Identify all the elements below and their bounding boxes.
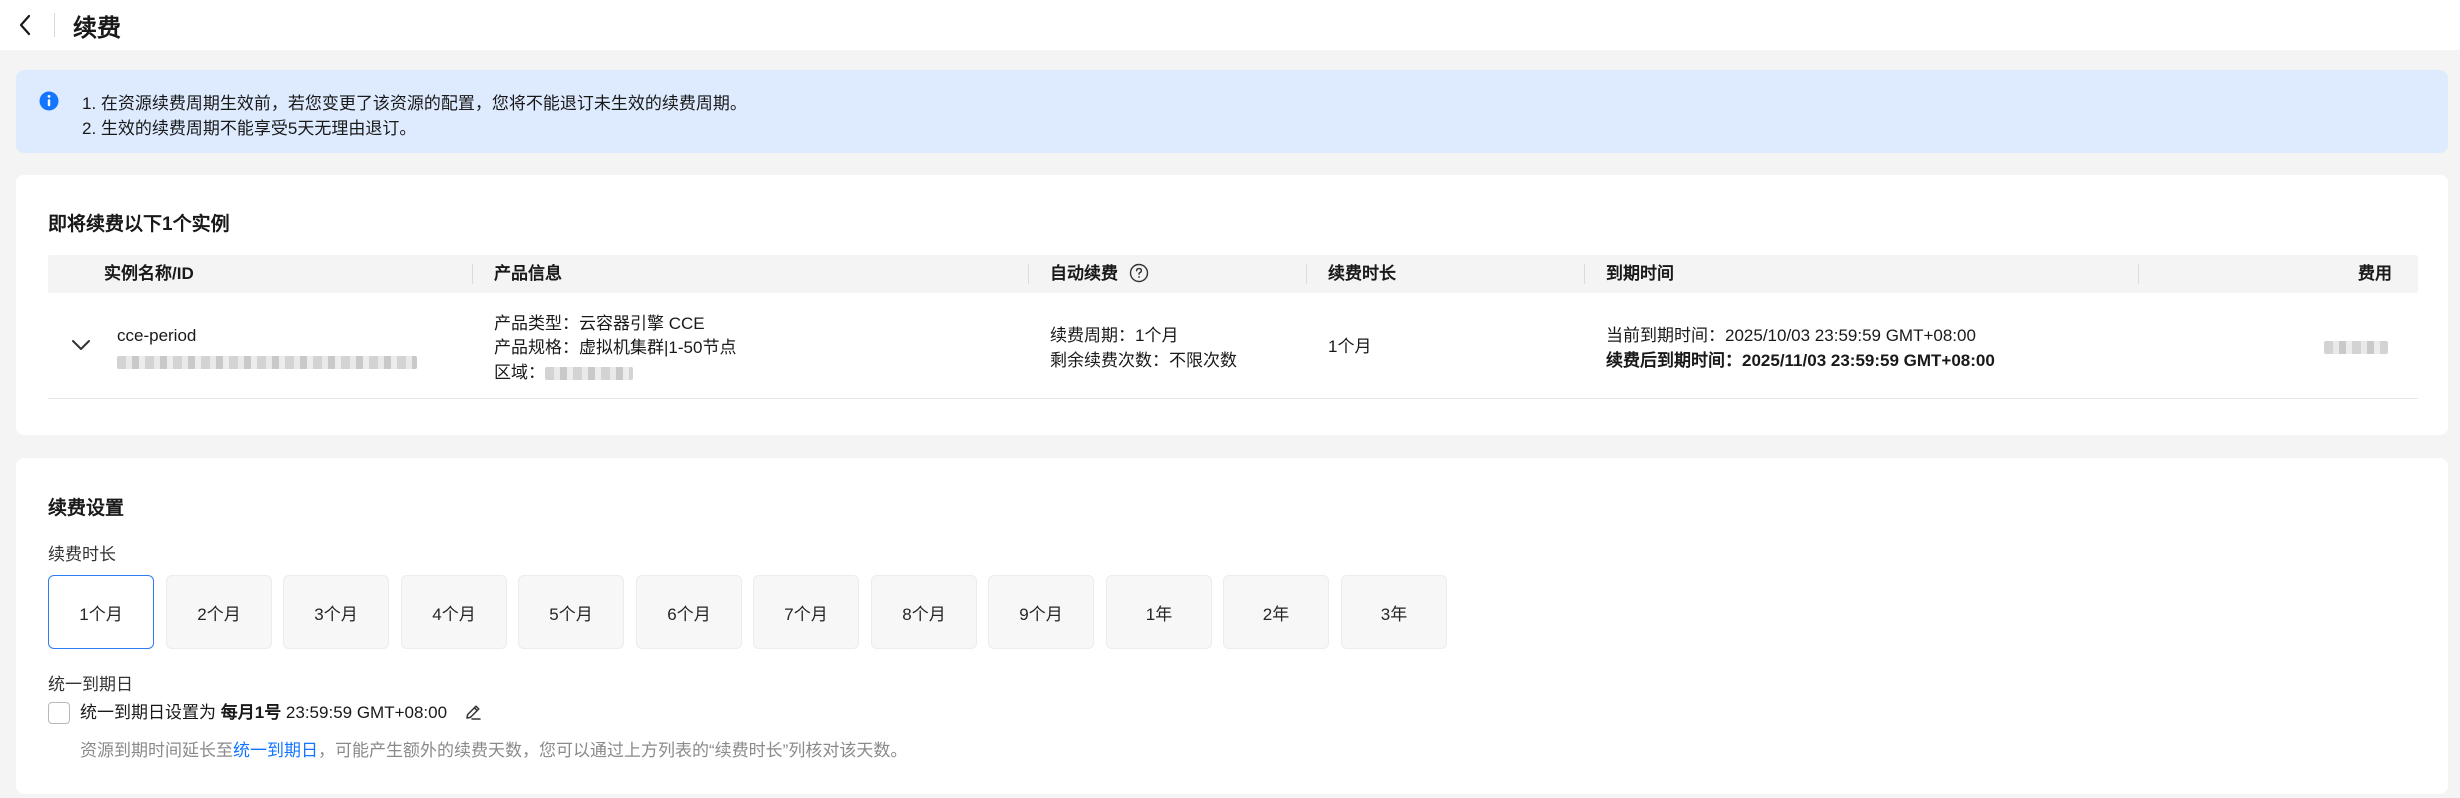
duration-option-4m[interactable]: 4个月: [401, 575, 507, 649]
hint-suffix: ，可能产生额外的续费天数，您可以通过上方列表的“续费时长”列核对该天数。: [318, 741, 908, 760]
col-separator: [472, 264, 473, 284]
unify-label: 统一到期日: [48, 675, 133, 694]
col-expiry: 到期时间: [1606, 264, 1674, 283]
duration-option-6m[interactable]: 6个月: [636, 575, 742, 649]
info-icon: [39, 91, 59, 111]
header-divider: [54, 13, 55, 37]
region-redacted: [545, 367, 633, 381]
col-fee: 费用: [2358, 264, 2392, 283]
product-spec: 产品规格：虚拟机集群|1-50节点: [494, 338, 737, 357]
page-header: 续费: [0, 0, 2460, 50]
unify-text: 统一到期日设置为 每月1号 23:59:59 GMT+08:00: [80, 702, 482, 724]
notice-banner: 1. 在资源续费周期生效前，若您变更了该资源的配置，您将不能退订未生效的续费周期…: [16, 70, 2448, 153]
instances-title: 即将续费以下1个实例: [48, 214, 230, 235]
back-arrow-icon: [19, 14, 31, 36]
notice-line-2: 2. 生效的续费周期不能享受5天无理由退订。: [82, 119, 417, 138]
renew-cycle: 续费周期：1个月: [1050, 326, 1179, 345]
help-icon[interactable]: [1129, 263, 1149, 283]
new-expiry: 续费后到期时间：2025/11/03 23:59:59 GMT+08:00: [1606, 351, 1995, 370]
duration-option-1y[interactable]: 1年: [1106, 575, 1212, 649]
product-type: 产品类型：云容器引擎 CCE: [494, 314, 705, 333]
unify-checkbox[interactable]: [48, 702, 70, 724]
table-row: cce-period 产品类型：云容器引擎 CCE 产品规格：虚拟机集群|1-5…: [48, 293, 2418, 399]
col-separator: [2138, 264, 2139, 284]
instance-name: cce-period: [117, 326, 197, 345]
duration-option-2m[interactable]: 2个月: [166, 575, 272, 649]
chevron-down-icon[interactable]: [70, 337, 92, 353]
unify-day: 每月1号: [220, 703, 282, 722]
unify-prefix: 统一到期日设置为: [80, 703, 221, 722]
settings-card: 续费设置 续费时长 1个月 2个月 3个月 4个月 5个月 6个月 7个月 8个…: [16, 458, 2448, 794]
duration-option-3m[interactable]: 3个月: [283, 575, 389, 649]
remaining-renewals: 剩余续费次数：不限次数: [1050, 351, 1237, 370]
hint-unify-link[interactable]: 统一到期日: [233, 741, 318, 760]
duration-option-2y[interactable]: 2年: [1223, 575, 1329, 649]
settings-title: 续费设置: [48, 498, 125, 519]
current-expiry: 当前到期时间：2025/10/03 23:59:59 GMT+08:00: [1606, 326, 1976, 345]
back-button[interactable]: [10, 10, 40, 40]
col-name: 实例名称/ID: [104, 264, 194, 283]
instance-id-redacted: [117, 356, 417, 370]
fee-value: [2324, 334, 2388, 359]
col-auto-renew-label: 自动续费: [1050, 264, 1118, 283]
col-product: 产品信息: [494, 264, 562, 283]
duration-option-9m[interactable]: 9个月: [988, 575, 1094, 649]
duration-option-7m[interactable]: 7个月: [753, 575, 859, 649]
instances-card: 即将续费以下1个实例 实例名称/ID 产品信息 自动续费 续费时长 到期时间 费…: [16, 175, 2448, 435]
col-separator: [1306, 264, 1307, 284]
renew-duration: 1个月: [1328, 337, 1372, 356]
duration-label: 续费时长: [48, 545, 116, 564]
instance-id: [117, 349, 417, 374]
page-title: 续费: [73, 14, 121, 42]
fee-redacted: [2324, 341, 2388, 355]
hint-prefix: 资源到期时间延长至: [80, 741, 233, 760]
col-auto-renew: 自动续费: [1050, 255, 1149, 293]
col-duration: 续费时长: [1328, 264, 1396, 283]
unify-time: 23:59:59 GMT+08:00: [281, 703, 448, 722]
table-header: 实例名称/ID 产品信息 自动续费 续费时长 到期时间 费用: [48, 255, 2418, 293]
duration-option-3y[interactable]: 3年: [1341, 575, 1447, 649]
product-region: 区域：: [494, 360, 633, 385]
region-label: 区域：: [494, 363, 545, 382]
duration-option-8m[interactable]: 8个月: [871, 575, 977, 649]
col-separator: [1584, 264, 1585, 284]
duration-option-1m[interactable]: 1个月: [48, 575, 154, 649]
col-separator: [1028, 264, 1029, 284]
duration-option-5m[interactable]: 5个月: [518, 575, 624, 649]
edit-icon[interactable]: [464, 703, 482, 721]
unify-hint: 资源到期时间延长至统一到期日，可能产生额外的续费天数，您可以通过上方列表的“续费…: [80, 736, 907, 761]
notice-line-1: 1. 在资源续费周期生效前，若您变更了该资源的配置，您将不能退订未生效的续费周期…: [82, 94, 747, 113]
